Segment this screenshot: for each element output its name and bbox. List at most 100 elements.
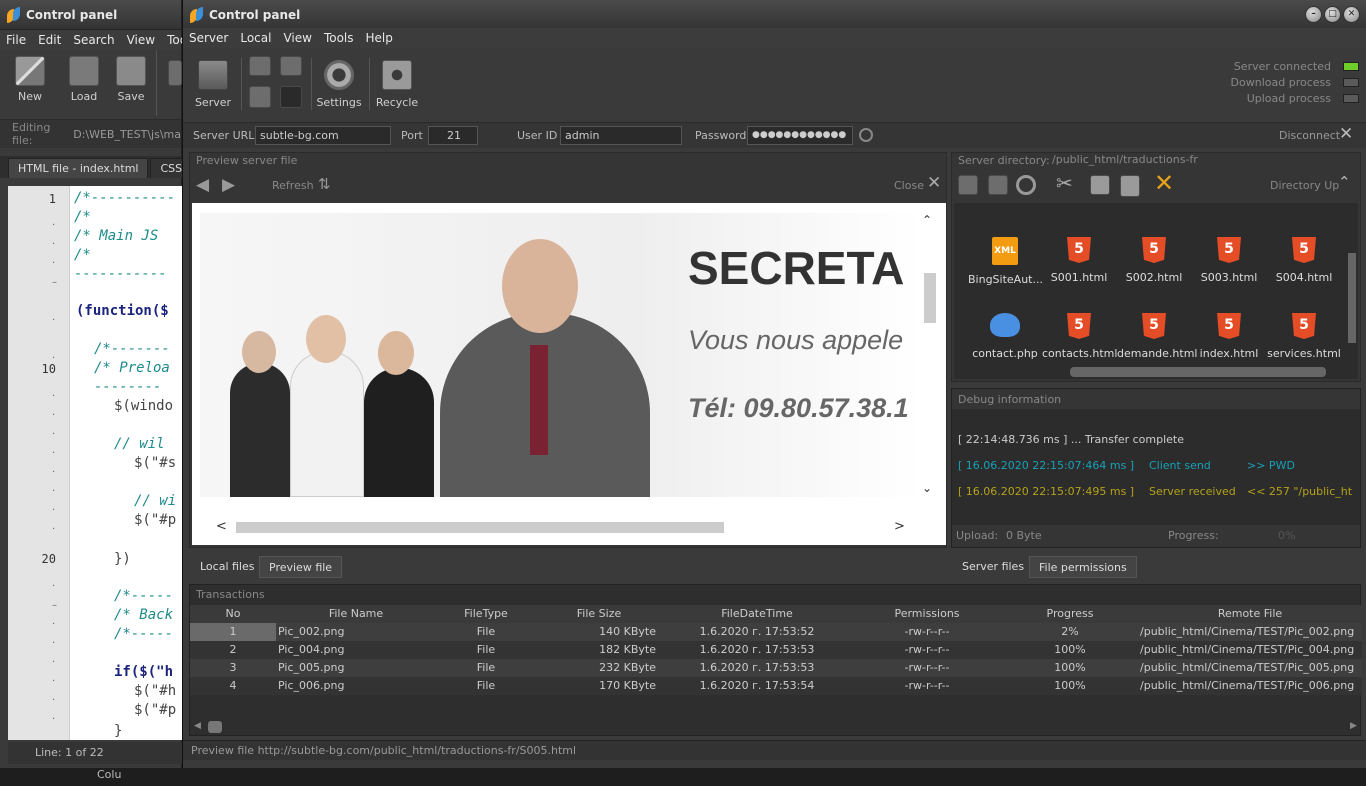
- minimize-icon[interactable]: –: [1305, 6, 1322, 23]
- scroll-down-icon[interactable]: ⌄: [922, 481, 932, 495]
- tab-file-permissions[interactable]: File permissions: [1029, 556, 1137, 578]
- file-item[interactable]: 5 S002.html: [1117, 237, 1191, 284]
- table-row[interactable]: 3 Pic_005.png File 232 KByte 1.6.2020 г. 17:…: [190, 659, 1362, 677]
- table-scroll-left-icon[interactable]: ◀: [194, 721, 201, 731]
- close-preview-icon[interactable]: ✕: [927, 173, 941, 193]
- password-input[interactable]: ●●●●●●●●●●●●: [747, 126, 853, 145]
- file-item[interactable]: 5 contacts.html: [1042, 313, 1117, 360]
- editor-menu-view[interactable]: View: [121, 33, 161, 47]
- menu-help[interactable]: Help: [360, 31, 399, 45]
- tab-html-file[interactable]: HTML file - index.html: [8, 158, 149, 178]
- column-file-type[interactable]: FileType: [436, 605, 536, 623]
- column-permissions[interactable]: Permissions: [852, 605, 1002, 623]
- preview-vscroll[interactable]: ⌃ ⌄: [922, 213, 938, 497]
- web-preview[interactable]: SECRETA Vous nous appele Tél: 09.80.57.3…: [192, 203, 946, 545]
- refresh-icon[interactable]: ⇅: [318, 175, 331, 193]
- forward-arrow-icon[interactable]: ▶: [222, 175, 235, 195]
- hscroll-thumb[interactable]: [236, 522, 724, 533]
- back-arrow-icon[interactable]: ◀: [196, 175, 209, 195]
- load-button[interactable]: Load: [60, 50, 108, 103]
- file-item[interactable]: contact.php: [968, 313, 1042, 360]
- table-row[interactable]: 2 Pic_004.png File 182 KByte 1.6.2020 г. 17:…: [190, 641, 1362, 659]
- toolbar-separator: [156, 50, 157, 116]
- table-row[interactable]: 1 Pic_002.png File 140 KByte 1.6.2020 г. 17:…: [190, 623, 1362, 641]
- paste-icon[interactable]: [1120, 175, 1140, 197]
- column-file-name[interactable]: File Name: [276, 605, 436, 623]
- scroll-thumb[interactable]: [924, 273, 936, 323]
- preview-hscroll[interactable]: < >: [200, 519, 922, 535]
- file-grid-hscroll[interactable]: [1070, 367, 1326, 377]
- user-id-input[interactable]: admin: [560, 126, 682, 145]
- menu-local[interactable]: Local: [234, 31, 277, 45]
- disconnect-icon[interactable]: ✕: [1339, 124, 1353, 144]
- tab-preview-file[interactable]: Preview file: [259, 556, 343, 578]
- server-url-input[interactable]: subtle-bg.com: [255, 126, 391, 145]
- password-label: Password: [695, 129, 747, 142]
- rename-icon[interactable]: [988, 175, 1008, 195]
- tab-server-files[interactable]: Server files: [953, 556, 1033, 578]
- scroll-left-icon[interactable]: <: [216, 519, 227, 534]
- terminal-icon[interactable]: [280, 86, 302, 108]
- code-line: $("#h: [134, 683, 177, 699]
- column-no[interactable]: No: [190, 605, 276, 623]
- file-item[interactable]: 5 S004.html: [1267, 237, 1341, 284]
- directory-up-icon[interactable]: ⌃: [1338, 173, 1351, 191]
- file-item[interactable]: 5 demande.html: [1117, 313, 1197, 360]
- new-folder-icon[interactable]: [958, 175, 978, 195]
- save-button[interactable]: Save: [107, 50, 155, 103]
- scroll-up-icon[interactable]: ⌃: [922, 213, 932, 227]
- partial-tool-icon[interactable]: [168, 60, 182, 86]
- file-name: BingSiteAut...: [968, 273, 1043, 286]
- file-item[interactable]: 5 S001.html: [1042, 237, 1116, 284]
- recycle-button[interactable]: Recycle: [373, 52, 421, 109]
- cut-icon[interactable]: ✂: [1056, 171, 1073, 195]
- menu-server[interactable]: Server: [183, 31, 234, 45]
- close-window-icon[interactable]: ✕: [1343, 6, 1360, 23]
- html5-file-icon: 5: [1217, 237, 1241, 263]
- refresh-dir-icon[interactable]: [1016, 175, 1036, 195]
- connect-refresh-icon[interactable]: [859, 128, 873, 142]
- code-line: $("#p: [134, 512, 177, 528]
- close-preview-button[interactable]: Close: [894, 179, 924, 192]
- row-permissions: -rw-r--r--: [904, 643, 950, 656]
- main-titlebar[interactable]: Control panel: [183, 0, 1366, 30]
- editor-titlebar[interactable]: Control panel: [0, 0, 181, 30]
- table-hscroll-thumb[interactable]: [208, 721, 222, 733]
- editor-menu-file[interactable]: File: [0, 33, 32, 47]
- scroll-right-icon[interactable]: >: [894, 519, 905, 534]
- download-icon[interactable]: [249, 56, 271, 76]
- column-file-datetime[interactable]: FileDateTime: [662, 605, 852, 623]
- server-button[interactable]: Server: [189, 52, 237, 109]
- code-editor[interactable]: 1 10 20 · · · – · · · · · · · · · · · – · · · · · · /*-------…: [8, 186, 182, 740]
- refresh-button[interactable]: Refresh: [272, 179, 314, 192]
- code-line: }: [114, 723, 123, 739]
- editor-menu-edit[interactable]: Edit: [32, 33, 67, 47]
- table-scroll-right-icon[interactable]: ▶: [1350, 721, 1357, 731]
- column-remote-file[interactable]: Remote File: [1138, 605, 1362, 623]
- file-item[interactable]: XML BingSiteAut...: [968, 237, 1043, 286]
- sync-list-icon[interactable]: [249, 86, 271, 108]
- editor-menu-search[interactable]: Search: [67, 33, 120, 47]
- maximize-icon[interactable]: □: [1324, 6, 1341, 23]
- tab-local-files[interactable]: Local files: [191, 556, 264, 578]
- server-url-label: Server URL: [193, 129, 255, 142]
- menu-tools[interactable]: Tools: [318, 31, 360, 45]
- table-row[interactable]: 4 Pic_006.png File 170 KByte 1.6.2020 г. 17:…: [190, 677, 1362, 695]
- file-item[interactable]: 5 index.html: [1192, 313, 1266, 360]
- copy-icon[interactable]: [1090, 175, 1110, 195]
- file-item[interactable]: 5 services.html: [1267, 313, 1341, 360]
- file-grid-vscroll[interactable]: [1348, 253, 1356, 343]
- delete-icon[interactable]: ✕: [1154, 169, 1174, 197]
- menu-view[interactable]: View: [277, 31, 317, 45]
- port-input[interactable]: 21: [428, 126, 478, 145]
- column-progress[interactable]: Progress: [1002, 605, 1138, 623]
- directory-up-button[interactable]: Directory Up: [1270, 179, 1339, 192]
- row-permissions: -rw-r--r--: [904, 661, 950, 674]
- file-item[interactable]: 5 S003.html: [1192, 237, 1266, 284]
- disconnect-label[interactable]: Disconnect: [1279, 129, 1340, 142]
- settings-button[interactable]: Settings: [315, 52, 363, 109]
- column-file-size[interactable]: File Size: [536, 605, 662, 623]
- new-button[interactable]: New: [6, 50, 54, 103]
- debug-line-who: Server received: [1149, 485, 1236, 498]
- upload-icon[interactable]: [280, 56, 302, 76]
